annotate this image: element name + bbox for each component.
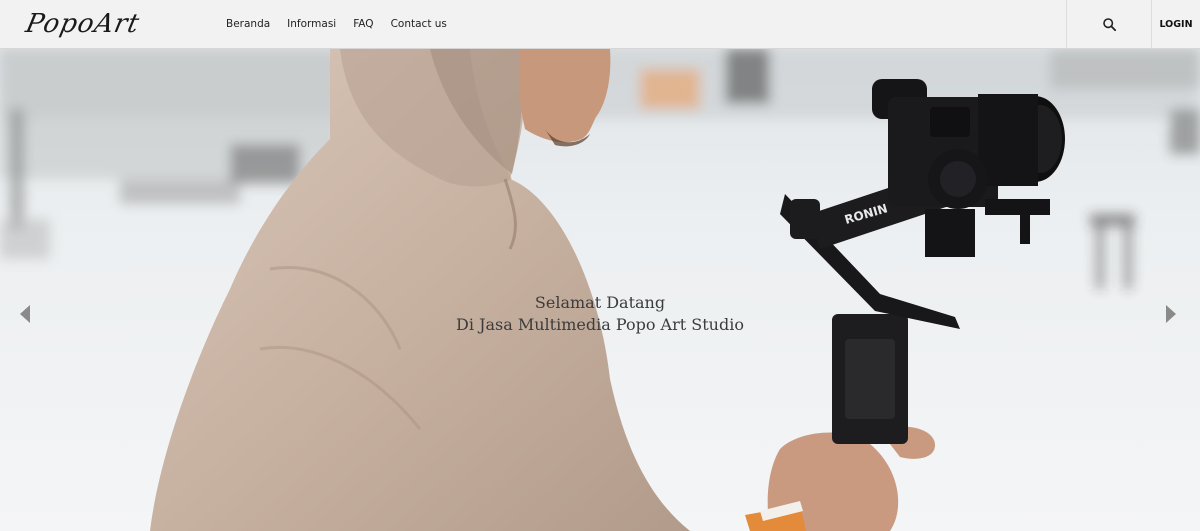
chevron-right-icon[interactable] [1164, 303, 1178, 325]
hero-subtitle: Di Jasa Multimedia Popo Art Studio [456, 315, 744, 334]
header-actions: LOGIN [1066, 0, 1200, 48]
nav-link-contact[interactable]: Contact us [391, 18, 447, 30]
hero-carousel: RONIN Selamat Datang Di Jasa Multimedia … [0, 49, 1200, 531]
search-icon [1102, 17, 1116, 31]
login-button[interactable]: LOGIN [1151, 0, 1200, 48]
logo[interactable]: PopoArt [22, 4, 144, 44]
search-button[interactable] [1066, 0, 1151, 48]
hero-image: RONIN [0, 49, 1200, 531]
nav-link-informasi[interactable]: Informasi [287, 18, 336, 30]
chevron-left-icon[interactable] [18, 303, 32, 325]
nav-link-faq[interactable]: FAQ [353, 18, 373, 30]
hero-title: Selamat Datang [534, 293, 666, 312]
nav-link-beranda[interactable]: Beranda [226, 18, 270, 30]
main-nav: Beranda Informasi FAQ Contact us [226, 0, 464, 48]
site-header: PopoArt Beranda Informasi FAQ Contact us… [0, 0, 1200, 49]
hero-caption: Selamat Datang Di Jasa Multimedia Popo A… [0, 292, 1200, 336]
